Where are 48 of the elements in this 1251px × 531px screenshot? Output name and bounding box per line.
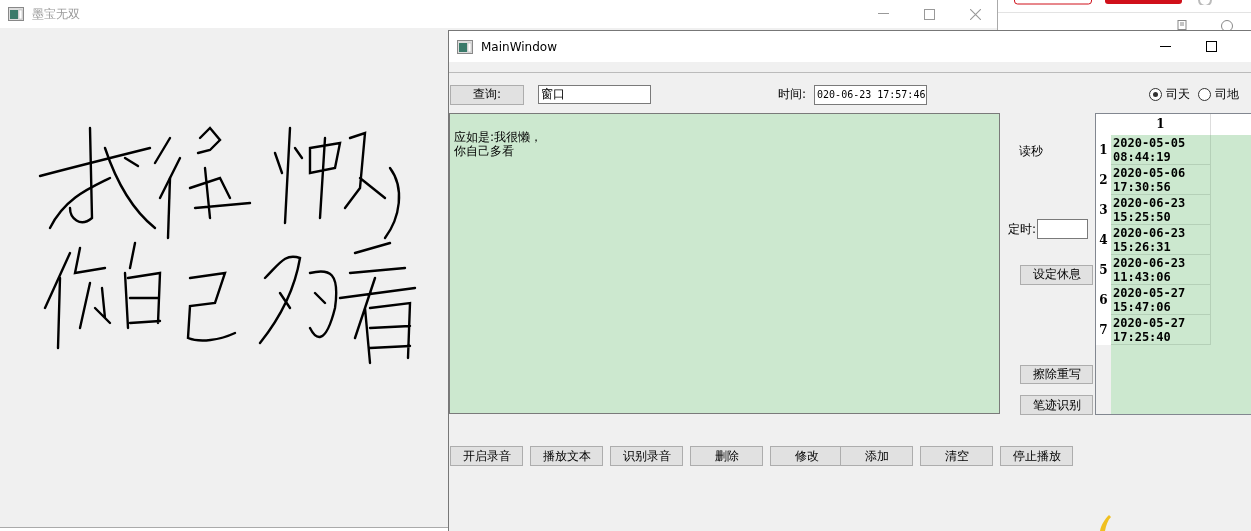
app-icon	[457, 39, 473, 54]
action-button[interactable]: 停止播放	[1000, 446, 1073, 466]
time-field[interactable]: 020-06-23 17:57:46	[814, 84, 928, 105]
row-header[interactable]: 5	[1096, 255, 1111, 285]
maximize-icon[interactable]	[1206, 41, 1217, 52]
timer-field[interactable]	[1037, 219, 1089, 239]
radio-label[interactable]: 司地	[1215, 86, 1239, 103]
action-button[interactable]: 清空	[920, 446, 993, 466]
radio-label[interactable]: 司天	[1166, 86, 1190, 103]
table-cell: 2020-06-23 15:26:31	[1111, 225, 1211, 255]
table-cell: 2020-06-23 15:25:50	[1111, 195, 1211, 225]
row-header[interactable]: 6	[1096, 285, 1111, 315]
window-title: MainWindow	[481, 39, 557, 54]
row-header[interactable]: 4	[1096, 225, 1111, 255]
row-header[interactable]: 1	[1096, 135, 1111, 165]
side-button[interactable]: 笔迹识别	[1020, 395, 1093, 415]
table-cell: 2020-06-23 11:43:06	[1111, 255, 1211, 285]
table-cell: 2020-05-27 15:47:06	[1111, 285, 1211, 315]
time-label: 时间:	[778, 86, 807, 103]
book-icon[interactable]	[1177, 20, 1187, 30]
action-button[interactable]: 播放文本	[530, 446, 603, 466]
row-header[interactable]: 3	[1096, 195, 1111, 225]
side-button[interactable]: 擦除重写	[1020, 364, 1093, 385]
action-button[interactable]: 修改	[770, 446, 843, 466]
timer-label: 定时:	[1008, 220, 1037, 238]
action-button[interactable]: 删除	[690, 446, 763, 466]
close-icon[interactable]	[970, 8, 981, 20]
text-area[interactable]: 应如是:我很懒， 你自己多看	[449, 113, 1000, 414]
row-header[interactable]: 7	[1096, 315, 1111, 345]
query-button[interactable]: 查询:	[450, 84, 524, 105]
action-button[interactable]: 识别录音	[610, 446, 683, 466]
side-button[interactable]: 设定休息	[1020, 265, 1093, 285]
row-header[interactable]: 2	[1096, 165, 1111, 195]
text-line: 应如是:我很懒，	[454, 130, 543, 144]
minimize-icon[interactable]	[1160, 45, 1171, 48]
window-title: 墨宝无双	[32, 5, 80, 23]
action-button[interactable]: 开启录音	[450, 446, 523, 466]
action-button[interactable]: 添加	[840, 446, 913, 466]
radio-button[interactable]	[1149, 88, 1162, 101]
help-icon[interactable]	[1221, 20, 1233, 30]
table-cell: 2020-05-27 17:25:40	[1111, 315, 1211, 345]
seconds-label: 读秒	[1019, 143, 1044, 157]
radio-button[interactable]	[1198, 88, 1211, 101]
table-cell: 2020-05-06 17:30:56	[1111, 165, 1211, 195]
text-line: 你自己多看	[454, 144, 514, 158]
query-field[interactable]: 窗口	[538, 85, 651, 104]
table-cell: 2020-05-05 08:44:19	[1111, 135, 1211, 165]
app-icon	[8, 7, 24, 21]
